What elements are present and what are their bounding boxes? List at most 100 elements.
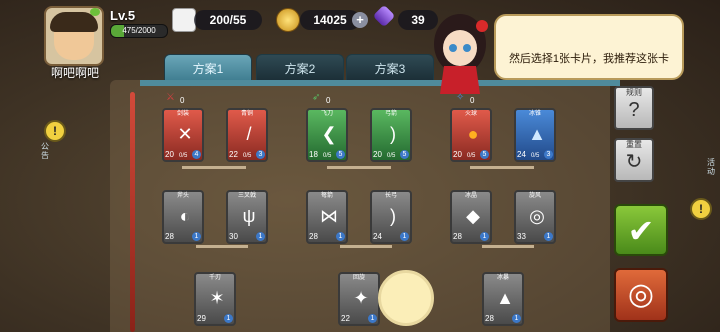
card-level: 20 (165, 150, 174, 159)
tree-connector (470, 166, 534, 169)
skill-card[interactable]: 弩箭 ⋈ 28 1 (306, 190, 348, 244)
card-rank: 1 (400, 232, 409, 241)
ice-storm-icon: ▲ (496, 288, 514, 308)
xp-text: 475/2000 (122, 26, 156, 35)
skill-card[interactable]: 千刃 ✶ 29 1 (194, 272, 236, 326)
card-name: 火球 (464, 111, 477, 117)
skill-card[interactable]: 回旋 ✦ 22 1 (338, 272, 380, 326)
card-rank: 1 (368, 314, 377, 323)
card-level: 24 (517, 150, 526, 159)
skill-card[interactable]: 弓箭 ) 20 0/5 5 (370, 108, 412, 162)
tree-connector (182, 166, 246, 169)
card-progress: 0/5 (179, 153, 188, 159)
card-rank: 5 (336, 150, 345, 159)
scroll-indicator (130, 92, 135, 332)
player-level: Lv.5 (110, 8, 136, 23)
skill-card[interactable]: 冰晶 ◆ 28 1 (450, 190, 492, 244)
left-side-label[interactable]: 公告 (38, 142, 52, 160)
right-side-label[interactable]: 活动 (704, 158, 718, 176)
skill-card[interactable]: 斧头 ◐ 28 1 (162, 190, 204, 244)
card-level: 20 (453, 150, 462, 159)
card-name: 弓箭 (384, 111, 397, 117)
sword-category-icon: ⚔ (166, 92, 175, 103)
boomerang-icon: ✦ (353, 288, 369, 308)
card-level: 24 (373, 232, 382, 241)
card-name: 飞刀 (320, 111, 333, 117)
card-name: 千刃 (208, 275, 221, 281)
card-level: 28 (453, 232, 462, 241)
skill-card[interactable]: 火球 ● 20 0/5 5 (450, 108, 492, 162)
refresh-icon: ↻ (625, 151, 643, 173)
card-name: 长弓 (384, 193, 397, 199)
rules-button[interactable]: 规则 ? (614, 86, 654, 130)
magic-category-count: 0 (470, 96, 475, 105)
add-gold-button[interactable]: + (352, 12, 368, 28)
magic-category-icon: ✧ (456, 92, 465, 103)
card-rank: 4 (192, 150, 201, 159)
player-name: 啊吧啊吧 (50, 66, 99, 80)
tutorial-highlight[interactable] (378, 270, 434, 326)
skill-card[interactable]: 青铜 / 22 0/5 3 (226, 108, 268, 162)
card-name: 冰锥 (528, 111, 541, 117)
card-rank: 1 (192, 232, 201, 241)
guide-character (424, 8, 496, 94)
bow-icon: ) (390, 124, 396, 144)
confirm-button[interactable]: ✔ (614, 204, 668, 256)
skill-card[interactable]: 剑装 ✕ 20 0/5 4 (162, 108, 204, 162)
skill-card[interactable]: 三叉戟 ψ 30 1 (226, 190, 268, 244)
card-rank: 3 (256, 150, 265, 159)
skill-card[interactable]: 飞刀 ❮ 18 0/5 5 (306, 108, 348, 162)
card-level: 28 (485, 314, 494, 323)
axe-icon: ◐ (179, 206, 191, 226)
card-level: 18 (309, 150, 318, 159)
player-avatar[interactable] (44, 6, 104, 66)
tab-plan-1[interactable]: 方案1 (164, 54, 252, 82)
dice-icon (172, 8, 196, 32)
left-alert-icon[interactable]: ! (44, 120, 66, 142)
card-name: 青铜 (240, 111, 253, 117)
tree-connector (327, 166, 391, 169)
reset-label: 重置 (626, 140, 642, 149)
tree-connector (196, 245, 248, 248)
sprout-icon (90, 8, 100, 16)
crossbow-icon: ⋈ (320, 206, 338, 226)
card-name: 冰晶 (464, 193, 477, 199)
card-rank: 1 (256, 232, 265, 241)
card-rank: 1 (336, 232, 345, 241)
tree-connector (340, 245, 392, 248)
card-level: 29 (197, 314, 206, 323)
card-progress: 0/5 (243, 153, 252, 159)
gold-coin-icon (276, 8, 300, 32)
thousand-blades-icon: ✶ (209, 288, 225, 308)
card-name: 弩箭 (320, 193, 333, 199)
whirlwind-icon: ◎ (529, 206, 545, 226)
tab-plan-2[interactable]: 方案2 (256, 54, 344, 82)
fireball-icon: ● (467, 124, 479, 144)
card-level: 33 (517, 232, 526, 241)
tab-plan-3[interactable]: 方案3 (346, 54, 434, 82)
card-name: 剑装 (176, 111, 189, 117)
right-alert-icon[interactable]: ! (690, 198, 712, 220)
skill-card[interactable]: 旋风 ◎ 33 1 (514, 190, 556, 244)
card-name: 斧头 (176, 193, 189, 199)
longbow-icon: ) (390, 206, 396, 226)
skill-card[interactable]: 长弓 ) 24 1 (370, 190, 412, 244)
throwing-knife-icon: ❮ (321, 124, 337, 144)
card-rank: 1 (544, 232, 553, 241)
skill-card[interactable]: 冰锥 ▲ 24 0/5 3 (514, 108, 556, 162)
card-name: 回旋 (352, 275, 365, 281)
swirl-button[interactable]: ◎ (614, 268, 668, 322)
blade-icon: / (246, 124, 252, 144)
tree-connector (482, 245, 534, 248)
card-level: 22 (229, 150, 238, 159)
energy-counter: 200/55 (194, 10, 262, 30)
card-rank: 5 (480, 150, 489, 159)
sword-icon: ✕ (177, 124, 193, 144)
card-level: 28 (309, 232, 318, 241)
ice-spike-icon: ▲ (528, 124, 546, 144)
game-screen: 啊吧啊吧 Lv.5 475/2000 200/55 14025 + 39 方案1… (0, 0, 720, 332)
skill-card[interactable]: 冰暴 ▲ 28 1 (482, 272, 524, 326)
card-progress: 0/5 (467, 153, 476, 159)
card-rank: 3 (544, 150, 553, 159)
reset-button[interactable]: 重置 ↻ (614, 138, 654, 182)
